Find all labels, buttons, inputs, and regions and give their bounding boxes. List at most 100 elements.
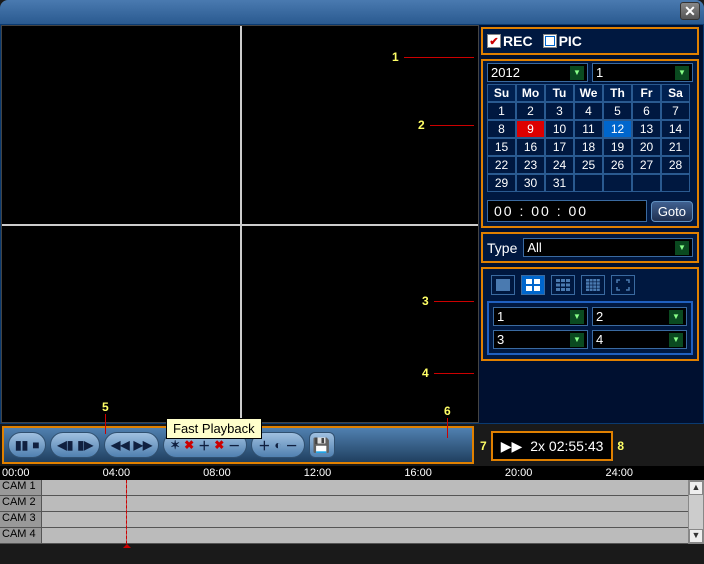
calendar-day[interactable]: 17 bbox=[545, 138, 574, 156]
calendar-day[interactable]: 9 bbox=[516, 120, 545, 138]
calendar-day[interactable]: 18 bbox=[574, 138, 603, 156]
calendar-day[interactable]: 12 bbox=[603, 120, 632, 138]
calendar[interactable]: SuMoTuWeThFrSa 1234567891011121314151617… bbox=[483, 84, 697, 196]
step-fwd-button[interactable]: ▮▶ bbox=[77, 438, 93, 452]
calendar-day[interactable]: 23 bbox=[516, 156, 545, 174]
weekday-header: Su bbox=[487, 84, 516, 102]
layout-4-icon[interactable] bbox=[521, 275, 545, 295]
calendar-day[interactable]: 5 bbox=[603, 102, 632, 120]
snapshot-button[interactable]: 💾 bbox=[309, 432, 335, 458]
cam-row[interactable]: CAM 2 bbox=[0, 496, 704, 512]
cam-track[interactable] bbox=[42, 496, 704, 511]
calendar-day[interactable]: 2 bbox=[516, 102, 545, 120]
smart-search-button[interactable]: ✶ bbox=[170, 438, 180, 452]
goto-button[interactable]: Goto bbox=[651, 201, 693, 222]
channel-4-select[interactable]: 4▼ bbox=[592, 330, 687, 349]
timeline[interactable]: 00:0004:0008:0012:0016:0020:0024:00 CAM … bbox=[0, 466, 704, 544]
calendar-day[interactable]: 1 bbox=[487, 102, 516, 120]
calendar-day[interactable]: 3 bbox=[545, 102, 574, 120]
cam-row[interactable]: CAM 1 bbox=[0, 480, 704, 496]
smart-cancel-button[interactable]: ✖ bbox=[184, 438, 194, 452]
annotation-3: 3 bbox=[422, 294, 429, 308]
time-tick: 24:00 bbox=[603, 467, 704, 479]
type-select[interactable]: All▼ bbox=[523, 238, 693, 257]
calendar-day[interactable]: 16 bbox=[516, 138, 545, 156]
month-select[interactable]: 1▼ bbox=[592, 63, 693, 82]
calendar-day[interactable]: 4 bbox=[574, 102, 603, 120]
calendar-day[interactable]: 27 bbox=[632, 156, 661, 174]
layout-16-icon[interactable] bbox=[581, 275, 605, 295]
channel-3-select[interactable]: 3▼ bbox=[493, 330, 588, 349]
calendar-day[interactable]: 22 bbox=[487, 156, 516, 174]
weekday-header: Tu bbox=[545, 84, 574, 102]
zoom-out-button[interactable]: － bbox=[286, 437, 298, 454]
calendar-day[interactable]: 19 bbox=[603, 138, 632, 156]
pause-button[interactable]: ▮▮ bbox=[15, 438, 28, 452]
mark-del-button[interactable]: ✖ bbox=[214, 438, 224, 452]
annotation-1: 1 bbox=[392, 50, 399, 64]
timeline-scrollbar[interactable]: ▲ ▼ bbox=[688, 480, 704, 544]
zoom-in-button[interactable]: ＋ bbox=[258, 437, 270, 454]
layout-9-icon[interactable] bbox=[551, 275, 575, 295]
calendar-day[interactable]: 15 bbox=[487, 138, 516, 156]
mark-add-button[interactable]: ＋ bbox=[198, 437, 210, 454]
scroll-up-icon[interactable]: ▲ bbox=[689, 481, 703, 495]
cam-label: CAM 2 bbox=[0, 496, 42, 511]
annotation-8: 8 bbox=[617, 439, 624, 453]
rec-checkbox[interactable]: ✔ REC bbox=[487, 33, 533, 49]
calendar-day[interactable]: 7 bbox=[661, 102, 690, 120]
layout-1-icon[interactable] bbox=[491, 275, 515, 295]
calendar-day[interactable]: 6 bbox=[632, 102, 661, 120]
annotation-2: 2 bbox=[418, 118, 425, 132]
step-back-button[interactable]: ◀▮ bbox=[57, 438, 73, 452]
rec-label: REC bbox=[503, 33, 533, 49]
calendar-day[interactable]: 11 bbox=[574, 120, 603, 138]
video-grid[interactable]: 1 2 3 4 5 6 bbox=[1, 25, 479, 423]
cam-track[interactable] bbox=[42, 480, 704, 495]
annotation-7: 7 bbox=[480, 439, 487, 453]
calendar-day[interactable]: 28 bbox=[661, 156, 690, 174]
time-tick: 16:00 bbox=[402, 467, 503, 479]
calendar-day bbox=[574, 174, 603, 192]
calendar-day[interactable]: 21 bbox=[661, 138, 690, 156]
cam-row[interactable]: CAM 3 bbox=[0, 512, 704, 528]
channel-1-select[interactable]: 1▼ bbox=[493, 307, 588, 326]
calendar-day[interactable]: 31 bbox=[545, 174, 574, 192]
cam-track[interactable] bbox=[42, 528, 704, 543]
time-input[interactable]: 00 : 00 : 00 bbox=[487, 200, 647, 222]
mark-remove-button[interactable]: － bbox=[228, 437, 240, 454]
cam-row[interactable]: CAM 4 bbox=[0, 528, 704, 544]
calendar-day[interactable]: 30 bbox=[516, 174, 545, 192]
playback-status: ▶▶ 2x 02:55:43 bbox=[491, 431, 614, 461]
calendar-day[interactable]: 8 bbox=[487, 120, 516, 138]
fullscreen-icon[interactable] bbox=[611, 275, 635, 295]
scroll-down-icon[interactable]: ▼ bbox=[689, 529, 703, 543]
calendar-day[interactable]: 14 bbox=[661, 120, 690, 138]
playhead[interactable] bbox=[126, 480, 127, 544]
chevron-down-icon: ▼ bbox=[570, 310, 584, 324]
calendar-day[interactable]: 24 bbox=[545, 156, 574, 174]
calendar-day[interactable]: 29 bbox=[487, 174, 516, 192]
channel-2-select[interactable]: 2▼ bbox=[592, 307, 687, 326]
pic-checkbox[interactable]: PIC bbox=[543, 33, 582, 49]
checkbox-checked-icon: ✔ bbox=[487, 34, 501, 48]
calendar-day[interactable]: 20 bbox=[632, 138, 661, 156]
cam-label: CAM 4 bbox=[0, 528, 42, 543]
cam-label: CAM 1 bbox=[0, 480, 42, 495]
stop-button[interactable]: ■ bbox=[32, 438, 39, 452]
year-select[interactable]: 2012▼ bbox=[487, 63, 588, 82]
time-tick: 20:00 bbox=[503, 467, 604, 479]
pic-label: PIC bbox=[559, 33, 582, 49]
slow-button[interactable]: ◀◀ bbox=[111, 438, 129, 452]
close-button[interactable]: ✕ bbox=[680, 2, 700, 20]
calendar-day[interactable]: 25 bbox=[574, 156, 603, 174]
calendar-day[interactable]: 10 bbox=[545, 120, 574, 138]
time-tick: 12:00 bbox=[302, 467, 403, 479]
cam-track[interactable] bbox=[42, 512, 704, 527]
color-button[interactable]: ◐ bbox=[274, 438, 281, 452]
fast-button[interactable]: ▶▶ bbox=[134, 438, 152, 452]
annotation-5: 5 bbox=[102, 400, 109, 414]
calendar-day[interactable]: 26 bbox=[603, 156, 632, 174]
calendar-day bbox=[661, 174, 690, 192]
calendar-day[interactable]: 13 bbox=[632, 120, 661, 138]
